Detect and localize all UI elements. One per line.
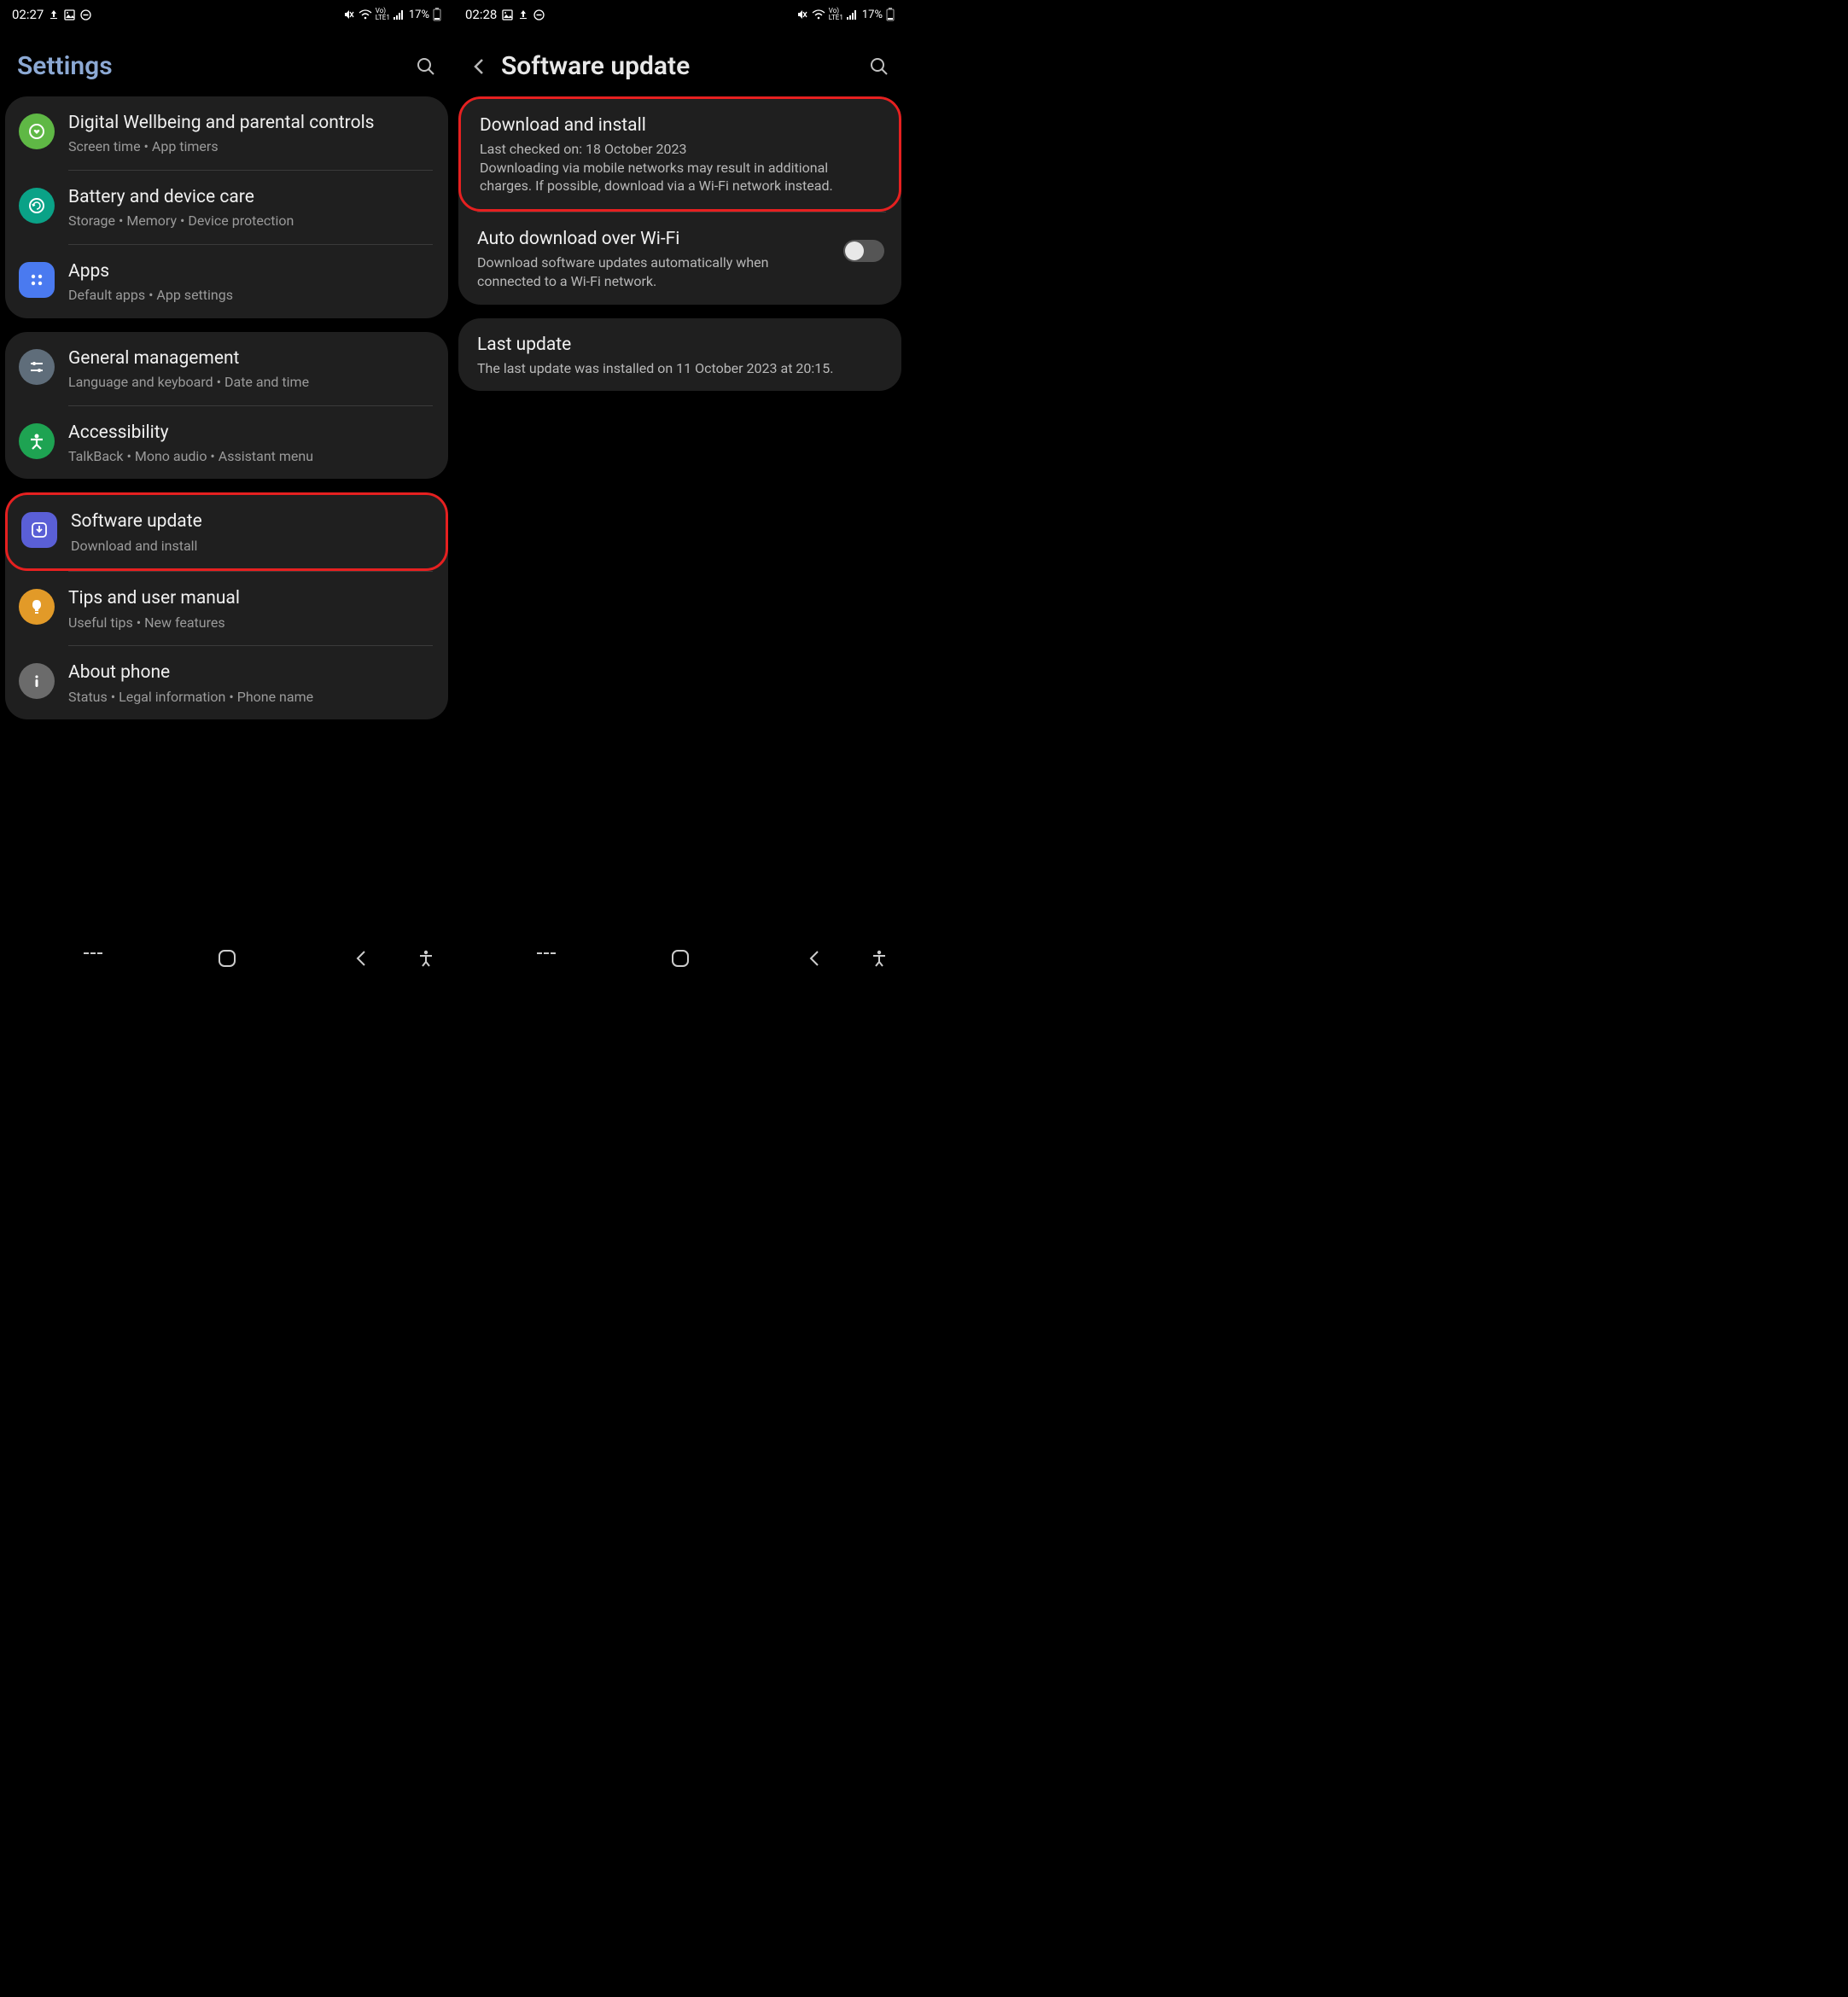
- dnd-icon: [533, 9, 545, 20]
- page-title: Software update: [501, 51, 855, 81]
- person-icon: [19, 423, 55, 459]
- item-subtitle: Storage • Memory • Device protection: [68, 212, 431, 230]
- item-title: About phone: [68, 661, 431, 684]
- header: Settings: [0, 27, 453, 96]
- item-subtitle: Last checked on: 18 October 2023 Downloa…: [480, 140, 882, 195]
- settings-item-wellbeing[interactable]: Digital Wellbeing and parental controls S…: [5, 96, 448, 170]
- item-subtitle: Screen time • App timers: [68, 137, 431, 156]
- battery-percent: 17%: [409, 9, 429, 21]
- home-button[interactable]: [215, 949, 239, 968]
- update-item-last[interactable]: Last update The last update was installed…: [458, 318, 901, 392]
- item-title: Apps: [68, 260, 431, 283]
- update-item-autodl[interactable]: Auto download over Wi-FiDownload softwar…: [458, 213, 901, 304]
- signal-icon: [847, 9, 859, 20]
- dots-icon: [19, 262, 55, 298]
- mute-icon: [343, 9, 355, 20]
- nav-bar: [453, 935, 907, 980]
- header: Software update: [453, 27, 907, 96]
- item-title: Last update: [477, 334, 884, 357]
- status-time: 02:27: [12, 7, 44, 22]
- status-bar: 02:27 Vo)LTE1 17%: [0, 0, 453, 27]
- item-subtitle: Status • Legal information • Phone name: [68, 688, 431, 707]
- settings-item-accessibility[interactable]: Accessibility TalkBack • Mono audio • Ass…: [5, 406, 448, 480]
- wifi-icon: [812, 9, 825, 20]
- dnd-icon: [80, 9, 91, 20]
- download-ring-icon: [21, 512, 57, 548]
- image-icon: [502, 9, 513, 20]
- sliders-icon: [19, 349, 55, 385]
- item-title: Download and install: [480, 114, 882, 137]
- volte-icon: Vo)LTE1: [376, 8, 390, 21]
- update-item-download[interactable]: Download and install Last checked on: 18 …: [458, 96, 901, 212]
- page-title: Settings: [17, 51, 402, 81]
- status-bar: 02:28 Vo)LTE1 17%: [453, 0, 907, 27]
- item-title: Tips and user manual: [68, 587, 431, 610]
- nav-bar: [0, 935, 453, 980]
- settings-item-battery[interactable]: Battery and device care Storage • Memory …: [5, 171, 448, 244]
- settings-item-swupdate[interactable]: Software update Download and install: [5, 492, 448, 571]
- signal-icon: [394, 9, 405, 20]
- auto-download-toggle[interactable]: [843, 240, 884, 262]
- item-title: Digital Wellbeing and parental controls: [68, 112, 431, 135]
- settings-item-about[interactable]: About phone Status • Legal information • …: [5, 646, 448, 719]
- volte-icon: Vo)LTE1: [829, 8, 843, 21]
- upload-icon: [49, 9, 59, 20]
- battery-icon: [886, 8, 895, 21]
- item-title: Auto download over Wi-Fi: [477, 228, 830, 251]
- home-button[interactable]: [668, 949, 692, 968]
- upload-icon: [518, 9, 528, 20]
- status-time: 02:28: [465, 7, 497, 22]
- item-subtitle: Useful tips • New features: [68, 614, 431, 632]
- settings-list: Digital Wellbeing and parental controls S…: [0, 96, 453, 935]
- item-subtitle: Default apps • App settings: [68, 286, 431, 305]
- item-title: Battery and device care: [68, 186, 431, 209]
- back-icon[interactable]: [470, 56, 487, 77]
- item-title: Software update: [71, 510, 428, 533]
- battery-percent: 17%: [862, 9, 883, 21]
- settings-item-apps[interactable]: Apps Default apps • App settings: [5, 245, 448, 318]
- info-icon: [19, 663, 55, 699]
- settings-item-tips[interactable]: Tips and user manual Useful tips • New fe…: [5, 572, 448, 645]
- item-title: General management: [68, 347, 431, 370]
- image-icon: [64, 9, 75, 20]
- back-button[interactable]: [349, 949, 373, 968]
- mute-icon: [796, 9, 808, 20]
- software-update-screen: 02:28 Vo)LTE1 17% Software update: [453, 0, 907, 980]
- search-icon[interactable]: [416, 56, 436, 77]
- item-title: Accessibility: [68, 422, 431, 445]
- back-button[interactable]: [802, 949, 826, 968]
- settings-item-general[interactable]: General management Language and keyboard …: [5, 332, 448, 405]
- item-subtitle: Download and install: [71, 537, 428, 556]
- accessibility-nav-icon[interactable]: [414, 949, 438, 968]
- wifi-icon: [359, 9, 372, 20]
- settings-screen: 02:27 Vo)LTE1 17% Settings Digital Wellb…: [0, 0, 453, 980]
- battery-icon: [433, 8, 441, 21]
- recents-button[interactable]: [534, 949, 558, 968]
- search-icon[interactable]: [869, 56, 889, 77]
- item-subtitle: Language and keyboard • Date and time: [68, 373, 431, 392]
- item-subtitle: The last update was installed on 11 Octo…: [477, 359, 884, 378]
- bulb-icon: [19, 589, 55, 625]
- item-subtitle: Download software updates automatically …: [477, 253, 830, 290]
- update-list: Download and install Last checked on: 18 …: [453, 96, 907, 935]
- heart-ring-icon: [19, 114, 55, 149]
- refresh-ring-icon: [19, 188, 55, 224]
- accessibility-nav-icon[interactable]: [867, 949, 891, 968]
- recents-button[interactable]: [81, 949, 105, 968]
- item-subtitle: TalkBack • Mono audio • Assistant menu: [68, 447, 431, 466]
